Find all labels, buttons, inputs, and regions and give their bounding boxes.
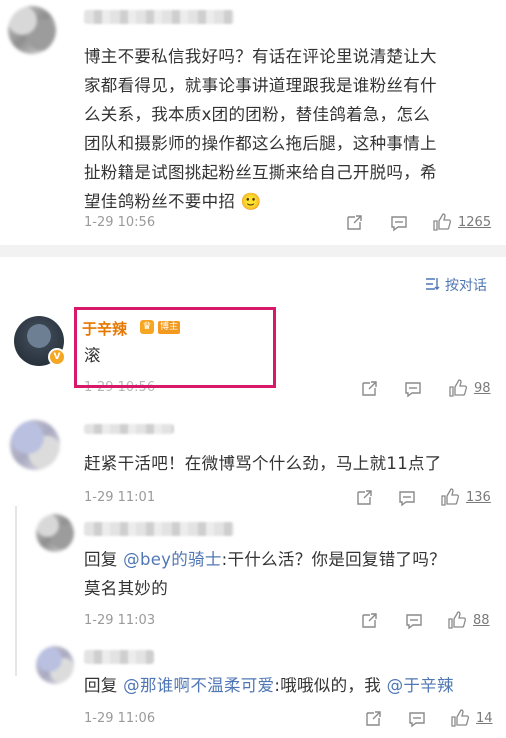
like-count[interactable]: 98 — [474, 381, 491, 396]
reply-text: 回复 @bey的骑士:干什么活？你是回复错了吗？ 莫名其妙的 — [84, 545, 499, 603]
avatar[interactable] — [36, 646, 74, 684]
share-icon[interactable] — [345, 214, 363, 232]
username-blurred[interactable] — [84, 424, 174, 434]
username-blurred[interactable] — [84, 650, 154, 664]
timestamp: 1-29 10:56 — [84, 215, 156, 230]
highlight-annotation-box — [74, 307, 276, 388]
share-icon[interactable] — [360, 380, 378, 398]
avatar[interactable] — [8, 6, 56, 54]
username-blurred[interactable] — [84, 522, 234, 536]
comment-icon[interactable] — [404, 380, 422, 398]
timestamp: 1-29 11:06 — [84, 711, 156, 726]
comment-line: 扯粉籍是试图挑起粉丝互撕来给自己开脱吗，希 — [84, 163, 437, 182]
share-icon[interactable] — [355, 489, 373, 507]
sort-icon[interactable] — [424, 276, 440, 292]
avatar[interactable] — [10, 420, 60, 470]
like-count[interactable]: 88 — [473, 613, 490, 628]
comment-icon[interactable] — [390, 214, 408, 232]
sort-by-conversation-link[interactable]: 按对话 — [445, 275, 487, 295]
comment-line: 家都看得见，就事论事讲道理跟我是谁粉丝有什 — [84, 76, 437, 95]
comment-icon[interactable] — [408, 710, 426, 728]
like-count[interactable]: 1265 — [458, 215, 491, 230]
avatar[interactable] — [36, 514, 74, 552]
comment-line: 么关系，我本质x团的团粉，替佳鸽着急，怎么 — [84, 105, 431, 124]
thumbs-up-icon[interactable] — [441, 488, 459, 506]
thumbs-up-icon[interactable] — [448, 611, 466, 629]
thumbs-up-icon[interactable] — [449, 379, 467, 397]
thread-line — [15, 506, 17, 676]
comment-icon[interactable] — [398, 489, 416, 507]
timestamp: 1-29 11:01 — [84, 490, 156, 505]
comment-icon[interactable] — [405, 612, 423, 630]
thumbs-up-icon[interactable] — [451, 709, 469, 727]
reply-text: 回复 @那谁啊不温柔可爱:哦哦似的，我 @于辛辣 — [84, 676, 454, 695]
smile-emoji: 🙂 — [240, 192, 262, 211]
mention-link[interactable]: @那谁啊不温柔可爱 — [123, 676, 274, 695]
timestamp: 1-29 11:03 — [84, 613, 156, 628]
comment-line: 望佳鸽粉丝不要中招 🙂 — [84, 192, 262, 211]
mention-link[interactable]: @于辛辣 — [387, 676, 454, 695]
reply-line-2: 莫名其妙的 — [84, 579, 168, 598]
share-icon[interactable] — [364, 710, 382, 728]
reply-line-1: 回复 @bey的骑士:干什么活？你是回复错了吗？ — [84, 550, 446, 569]
comment-line: 博主不要私信我好吗？有话在评论里说清楚让大 — [84, 47, 437, 66]
comment-line: 团队和摄影师的操作都这么拖后腿，这种事情上 — [84, 134, 437, 153]
mention-link[interactable]: @bey的骑士 — [123, 550, 222, 569]
section-divider — [0, 245, 506, 257]
thumbs-up-icon[interactable] — [433, 213, 451, 231]
reply-text: 赶紧干活吧！在微博骂个什么劲，马上就11点了 — [84, 454, 442, 473]
share-icon[interactable] — [360, 612, 378, 630]
verified-badge: V — [48, 348, 66, 366]
username-blurred[interactable] — [84, 10, 234, 24]
comment-text: 博主不要私信我好吗？有话在评论里说清楚让大 家都看得见，就事论事讲道理跟我是谁粉… — [84, 42, 499, 216]
like-count[interactable]: 14 — [476, 711, 493, 726]
like-count[interactable]: 136 — [466, 490, 491, 505]
